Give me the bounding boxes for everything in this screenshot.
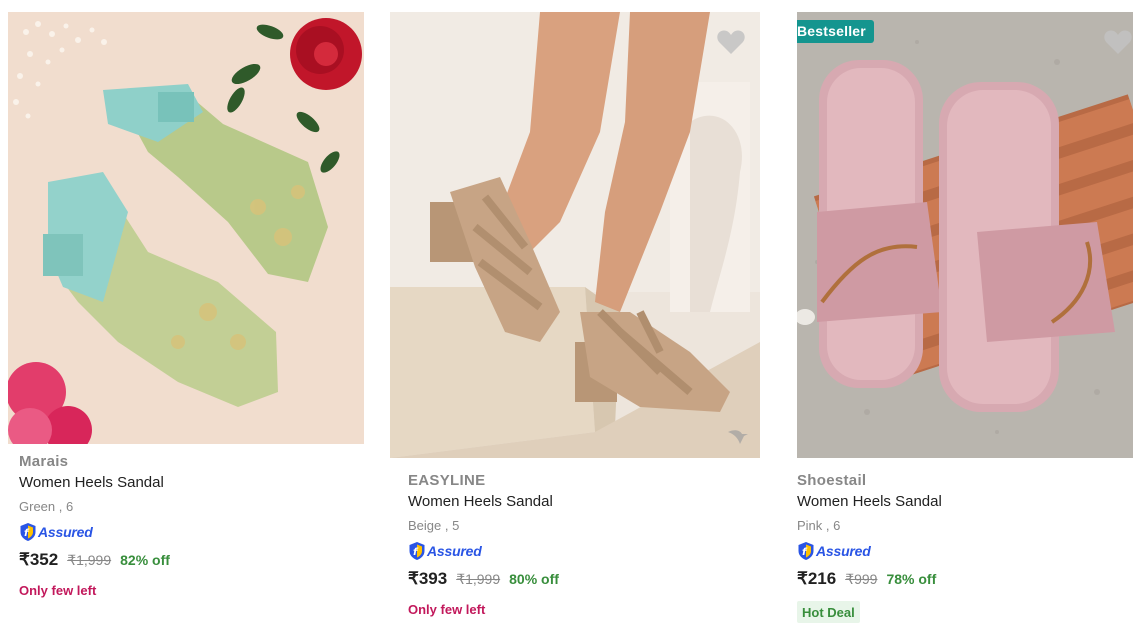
hot-deal-tag: Hot Deal xyxy=(797,601,860,623)
assured-shield-icon: f xyxy=(798,542,814,560)
pink-slide-sandal-photo xyxy=(797,12,1133,458)
product-brand[interactable]: EASYLINE xyxy=(408,472,752,489)
bestseller-badge: Bestseller xyxy=(797,20,874,43)
product-title[interactable]: Women Heels Sandal xyxy=(408,493,752,510)
product-image[interactable]: Bestseller xyxy=(797,12,1133,458)
assured-label: Assured xyxy=(38,524,93,540)
beige-strappy-block-heel-photo xyxy=(390,12,760,458)
heart-icon[interactable] xyxy=(1103,28,1133,56)
stock-note: Only few left xyxy=(19,583,97,598)
product-variant: Green , 6 xyxy=(19,499,74,514)
discount-percent: 80% off xyxy=(509,571,559,587)
assured-badge: f Assured xyxy=(408,541,752,561)
product-variant: Pink , 6 xyxy=(797,518,841,533)
product-card[interactable]: Marais Women Heels Sandal Green , 6 f As… xyxy=(8,12,370,598)
product-brand[interactable]: Shoestail xyxy=(797,472,1143,489)
discount-percent: 82% off xyxy=(120,552,170,568)
stock-note: Only few left xyxy=(408,602,486,617)
assured-label: Assured xyxy=(427,543,482,559)
selling-price: ₹352 xyxy=(19,550,59,569)
original-price: ₹1,999 xyxy=(456,571,501,587)
selling-price: ₹216 xyxy=(797,569,837,588)
discount-percent: 78% off xyxy=(886,571,937,587)
product-variant: Beige , 5 xyxy=(408,518,460,533)
product-brand[interactable]: Marais xyxy=(19,453,370,470)
product-image[interactable] xyxy=(390,12,760,458)
assured-badge: f Assured xyxy=(19,522,370,542)
selling-price: ₹393 xyxy=(408,569,448,588)
original-price: ₹999 xyxy=(845,571,878,587)
original-price: ₹1,999 xyxy=(67,552,112,568)
product-card[interactable]: Bestseller Shoestail Women Heels Sandal … xyxy=(797,12,1143,623)
product-image[interactable] xyxy=(8,12,364,444)
assured-badge: f Assured xyxy=(797,541,1143,561)
brand-watermark-icon xyxy=(728,430,748,444)
product-card[interactable]: EASYLINE Women Heels Sandal Beige , 5 f … xyxy=(390,12,760,617)
assured-label: Assured xyxy=(816,543,871,559)
product-title[interactable]: Women Heels Sandal xyxy=(797,493,1143,510)
assured-shield-icon: f xyxy=(409,542,425,560)
heart-icon[interactable] xyxy=(716,28,746,56)
product-title[interactable]: Women Heels Sandal xyxy=(19,474,370,491)
assured-shield-icon: f xyxy=(20,523,36,541)
green-sequin-mule-photo xyxy=(8,12,364,444)
